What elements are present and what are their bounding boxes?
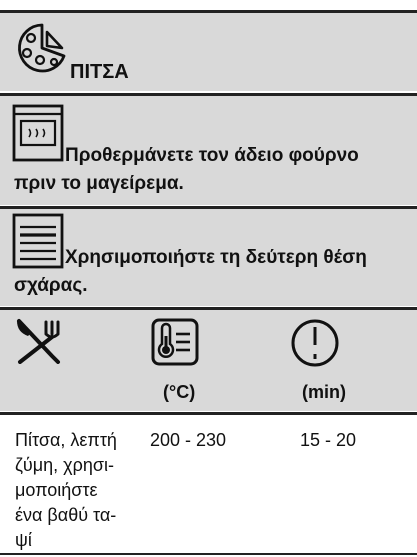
bottom-divider	[0, 553, 417, 555]
fork-knife-icon	[17, 319, 60, 364]
food-line: ένα βαθύ τα-	[15, 505, 117, 525]
pizza-title: ΠΙΤΣΑ	[70, 61, 129, 83]
clock-icon	[291, 319, 339, 367]
food-cell: Πίτσα, λεπτή ζύμη, χρησι- μοποιήστε ένα …	[15, 428, 140, 553]
pizza-icon	[18, 23, 66, 73]
time-cell: 15 - 20	[300, 430, 357, 450]
preheat-text: Προθερμάνετε τον άδειο φούρνο πριν το μα…	[14, 145, 359, 194]
thermometer-icon	[151, 318, 199, 366]
temperature-header: (°C)	[163, 382, 196, 402]
shelf-text: Χρησιμοποιήστε τη δεύτερη θέση σχάρας.	[14, 247, 367, 296]
food-line: μοποιήστε	[15, 480, 98, 500]
food-line: ψί	[15, 530, 32, 550]
temperature-cell: 200 - 230	[150, 430, 227, 450]
food-line: ζύμη, χρησι-	[15, 455, 114, 475]
food-line: Πίτσα, λεπτή	[15, 430, 117, 450]
time-header: (min)	[302, 382, 346, 402]
divider-5	[0, 412, 417, 415]
